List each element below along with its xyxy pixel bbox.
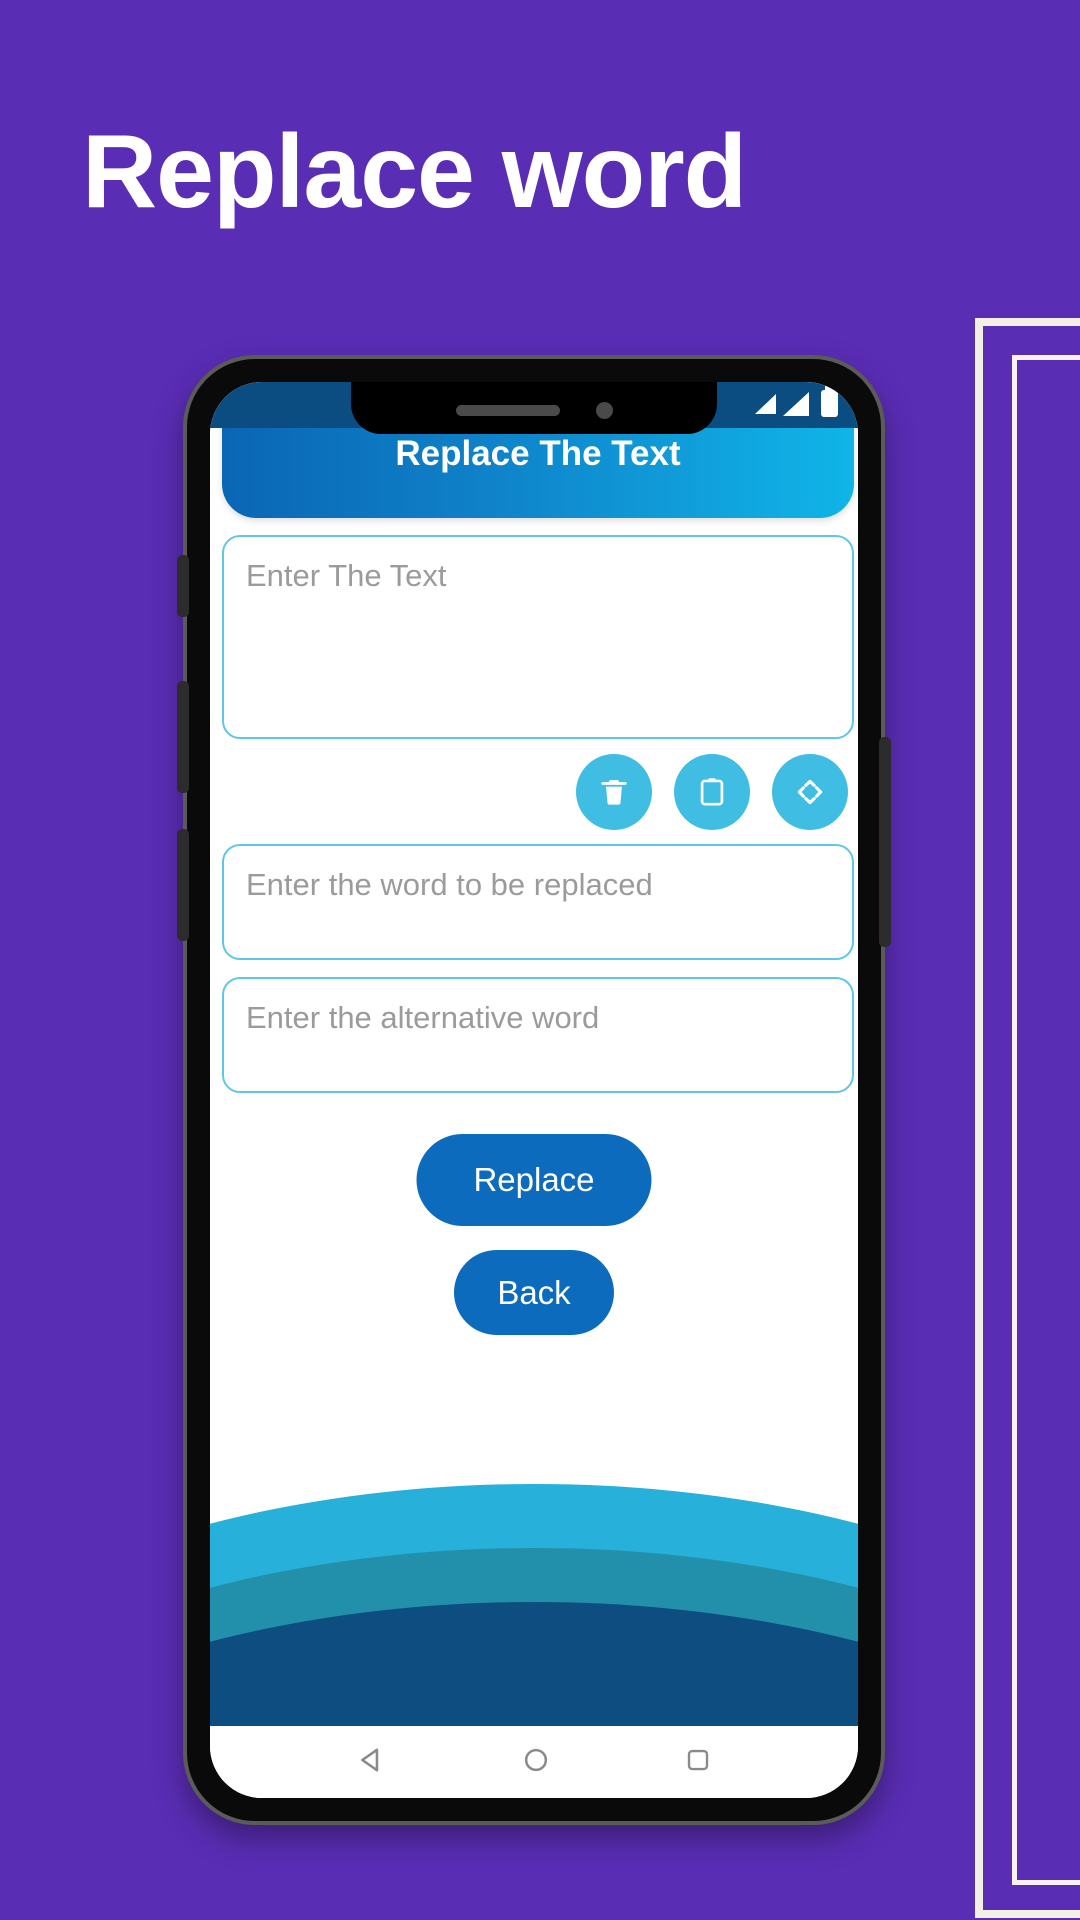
extra-side-button[interactable] — [177, 829, 189, 941]
word-to-replace-input[interactable]: Enter the word to be replaced — [222, 844, 854, 960]
alternative-word-placeholder: Enter the alternative word — [246, 1000, 600, 1035]
main-text-input[interactable]: Enter The Text — [222, 535, 854, 739]
decorative-frame-inner — [1012, 355, 1080, 1885]
front-camera-icon — [595, 401, 613, 419]
app-content: Replace The Text Enter The Text Enter th… — [210, 382, 858, 1798]
wave-decoration — [210, 1466, 858, 1726]
home-nav-icon[interactable] — [520, 1744, 552, 1781]
app-header-title: Replace The Text — [395, 434, 681, 473]
back-nav-icon[interactable] — [355, 1743, 389, 1782]
replace-button[interactable]: Replace — [416, 1134, 652, 1226]
volume-down-button[interactable] — [177, 681, 189, 793]
alternative-word-input[interactable]: Enter the alternative word — [222, 977, 854, 1093]
clipboard-icon — [695, 775, 729, 809]
main-text-placeholder: Enter The Text — [246, 558, 447, 593]
phone-screen: Replace The Text Enter The Text Enter th… — [210, 382, 858, 1798]
clipboard-icon-button[interactable] — [674, 754, 750, 830]
battery-icon — [821, 385, 838, 417]
android-nav-bar — [210, 1726, 858, 1798]
wave-arc-dark — [210, 1602, 858, 1726]
word-to-replace-placeholder: Enter the word to be replaced — [246, 867, 653, 902]
power-button[interactable] — [879, 737, 891, 947]
expand-arrows-icon — [792, 774, 828, 810]
signal-bars-icon-2 — [783, 391, 809, 416]
recents-nav-icon[interactable] — [683, 1745, 713, 1780]
action-icon-row — [222, 754, 854, 830]
signal-bars-icon — [755, 393, 776, 414]
page-title: Replace word — [82, 114, 747, 230]
delete-icon — [597, 775, 631, 809]
expand-arrows-icon-button[interactable] — [772, 754, 848, 830]
delete-icon-button[interactable] — [576, 754, 652, 830]
phone-notch — [351, 382, 717, 434]
phone-mockup: Replace The Text Enter The Text Enter th… — [177, 355, 891, 1825]
volume-up-button[interactable] — [177, 555, 189, 617]
back-button[interactable]: Back — [454, 1250, 614, 1335]
status-bar-icons — [755, 385, 838, 417]
earpiece-speaker-icon — [455, 404, 560, 416]
